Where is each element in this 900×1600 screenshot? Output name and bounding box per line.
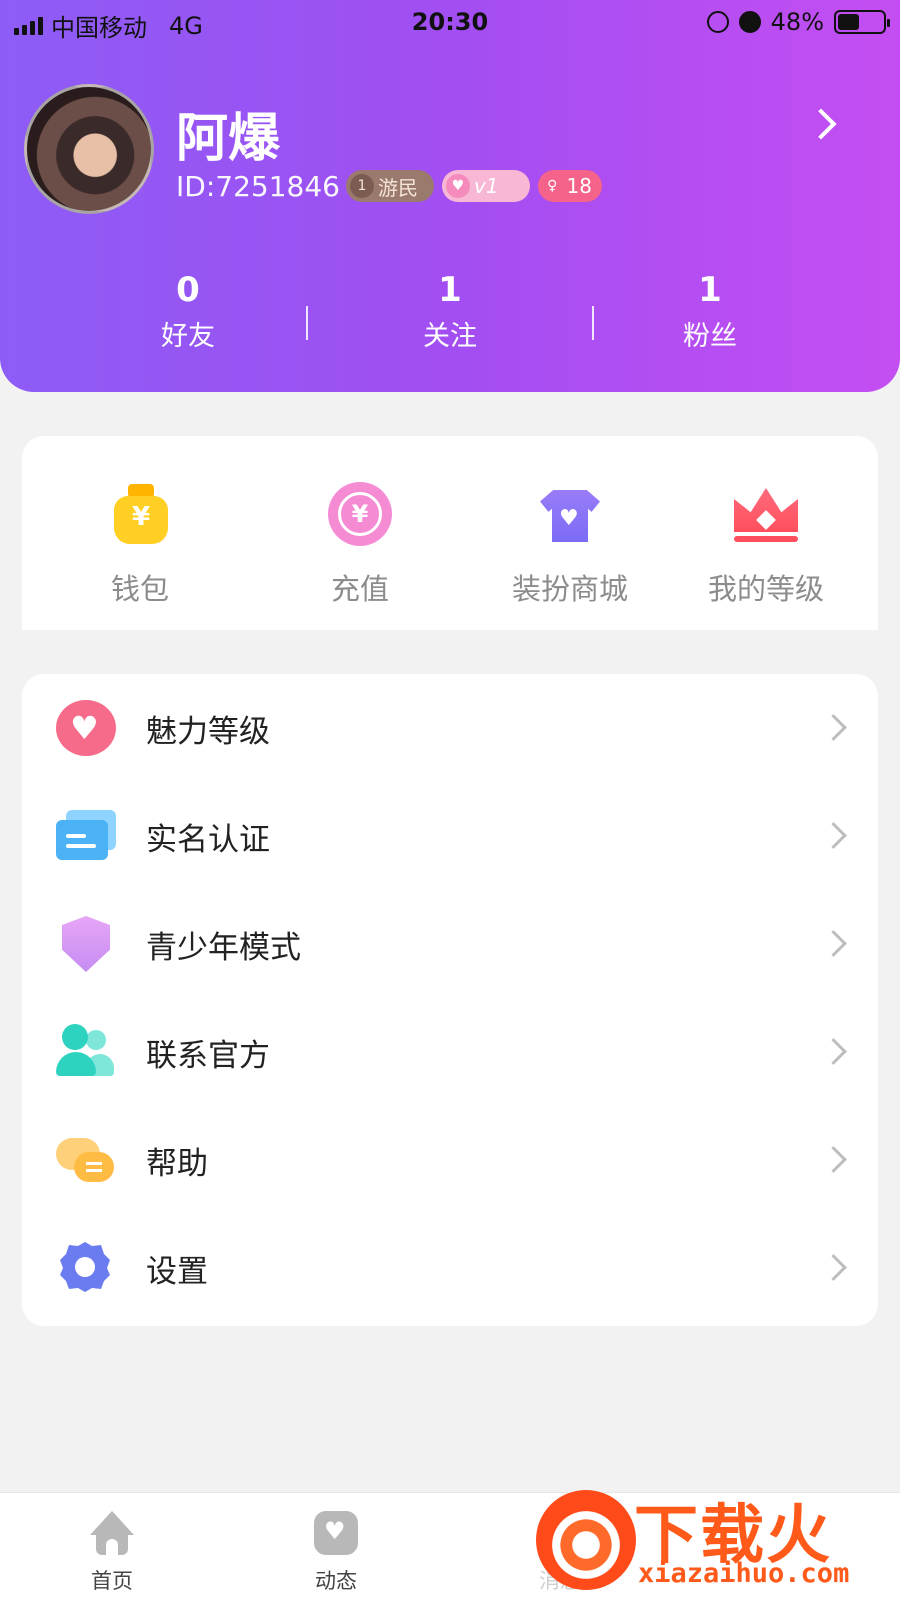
level-name: 游民: [378, 175, 418, 200]
tab-moments-label: 动态: [315, 1569, 357, 1593]
shield-icon: [62, 916, 110, 972]
profile-header: 中国移动 4G 20:30 48% 阿爆 ID:7251846 1 游民 ♥ v…: [0, 0, 900, 392]
menu-label: 魅力等级: [146, 714, 270, 750]
avatar[interactable]: [24, 84, 154, 214]
female-icon: ♀: [547, 178, 558, 194]
menu-item-help[interactable]: 帮助: [22, 1106, 878, 1214]
crown-icon: [730, 478, 802, 550]
menu-item-charm-level[interactable]: ♥ 魅力等级: [22, 674, 878, 782]
tab-home[interactable]: 首页: [52, 1511, 172, 1595]
chevron-right-icon: [824, 824, 844, 844]
dress-up-shop-label: 装扮商城: [511, 572, 628, 606]
fans-label: 粉丝: [683, 321, 737, 352]
my-level-button[interactable]: 我的等级: [666, 478, 866, 608]
wallet-label: 钱包: [110, 572, 169, 606]
rotation-lock-icon: [706, 11, 729, 33]
alarm-icon: [738, 11, 761, 33]
chat-bubbles-icon: [56, 1132, 116, 1188]
username: 阿爆: [176, 109, 281, 169]
vip-level: v1: [474, 174, 499, 198]
recharge-label: 充值: [330, 572, 389, 606]
status-bar: 中国移动 4G 20:30 48%: [0, 0, 900, 44]
heart-icon: ♥: [56, 700, 116, 756]
stat-friends[interactable]: 0 好友: [88, 270, 288, 353]
vip-badge: ♥ v1: [442, 170, 530, 202]
heart-icon: ♥: [446, 174, 470, 198]
menu-label: 青少年模式: [146, 930, 301, 966]
profile-detail-arrow-icon[interactable]: [808, 108, 840, 140]
money-bag-icon: ¥: [104, 478, 176, 550]
user-id: ID:7251846: [176, 170, 340, 203]
battery-icon: [834, 10, 890, 34]
stats-row: 0 好友 1 关注 1 粉丝: [0, 270, 900, 360]
fans-count: 1: [698, 270, 722, 310]
level-badge: 1 游民: [346, 170, 434, 202]
menu-label: 设置: [146, 1254, 208, 1290]
chevron-right-icon: [824, 1256, 844, 1276]
wallet-button[interactable]: ¥ 钱包: [40, 478, 240, 608]
stat-divider: [592, 306, 594, 340]
my-level-label: 我的等级: [707, 572, 824, 606]
contacts-icon: [56, 1024, 116, 1080]
chevron-right-icon: [824, 932, 844, 952]
dress-up-shop-button[interactable]: ♥ 装扮商城: [470, 478, 670, 608]
quick-actions-card: ¥ 钱包 ¥ 充值 ♥ 装扮商城 我的等级: [22, 436, 878, 630]
gear-icon: [56, 1240, 116, 1296]
following-label: 关注: [423, 321, 477, 352]
coin-icon: ¥: [324, 478, 396, 550]
friends-count: 0: [176, 270, 200, 310]
shirt-icon: ♥: [534, 478, 606, 550]
menu-label: 帮助: [146, 1146, 208, 1182]
watermark: 下载火 xiazaihuo.com: [530, 1480, 900, 1600]
menu-label: 联系官方: [146, 1038, 270, 1074]
menu-item-contact-official[interactable]: 联系官方: [22, 998, 878, 1106]
chevron-right-icon: [824, 716, 844, 736]
home-icon: [88, 1511, 136, 1557]
age: 18: [566, 174, 592, 198]
menu-item-real-name-verification[interactable]: 实名认证: [22, 782, 878, 890]
battery-percent: 48%: [770, 8, 824, 36]
tab-home-label: 首页: [91, 1569, 133, 1593]
menu-item-teen-mode[interactable]: 青少年模式: [22, 890, 878, 998]
watermark-url: xiazaihuo.com: [638, 1558, 850, 1589]
fire-logo-icon: [536, 1490, 636, 1590]
menu-label: 实名认证: [146, 822, 270, 858]
stat-divider: [306, 306, 308, 340]
settings-menu: ♥ 魅力等级 实名认证 青少年模式 联系官方 帮助 设置: [22, 674, 878, 1326]
chevron-right-icon: [824, 1148, 844, 1168]
stat-fans[interactable]: 1 粉丝: [610, 270, 810, 353]
stat-following[interactable]: 1 关注: [350, 270, 550, 353]
level-number: 1: [350, 174, 374, 198]
friends-label: 好友: [161, 321, 215, 352]
badge-row: 1 游民 ♥ v1 ♀ 18: [346, 170, 602, 202]
gender-age-badge: ♀ 18: [538, 170, 602, 202]
id-card-icon: [56, 808, 116, 864]
recharge-button[interactable]: ¥ 充值: [260, 478, 460, 608]
tab-moments[interactable]: ♥ 动态: [276, 1511, 396, 1595]
following-count: 1: [438, 270, 462, 310]
heart-box-icon: ♥: [312, 1511, 360, 1557]
chevron-right-icon: [824, 1040, 844, 1060]
menu-item-settings[interactable]: 设置: [22, 1214, 878, 1322]
